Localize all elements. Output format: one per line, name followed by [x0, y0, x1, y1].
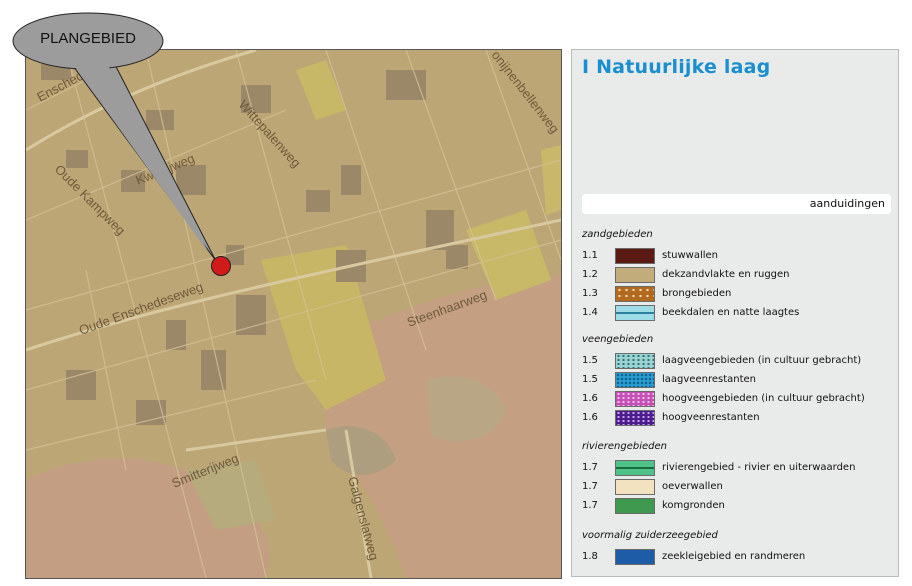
legend-row-number: 1.7 [582, 481, 598, 492]
legend-row-label: laagveenrestanten [662, 374, 756, 385]
legend-row-number: 1.6 [582, 393, 598, 404]
legend-panel: I Natuurlijke laag aanduidingen zandgebi… [571, 49, 899, 577]
legend-swatch [615, 353, 655, 369]
legend-row-label: laagveengebieden (in cultuur gebracht) [662, 355, 862, 366]
legend-swatch [615, 372, 655, 388]
legend-swatch [615, 410, 655, 426]
legend-row-label: rivierengebied - rivier en uiterwaarden [662, 462, 856, 473]
legend-row-number: 1.5 [582, 374, 598, 385]
legend-row: 1.5 laagveenrestanten [582, 372, 882, 388]
legend-row-number: 1.1 [582, 250, 598, 261]
legend-header-label: aanduidingen [809, 197, 885, 210]
callout-label: PLANGEBIED [40, 30, 136, 47]
legend-row-number: 1.5 [582, 355, 598, 366]
legend-row-number: 1.7 [582, 462, 598, 473]
legend-row: 1.2 dekzandvlakte en ruggen [582, 267, 882, 283]
map-view[interactable]: Enschedeseweg Kwierijweg Wittepalenweg O… [25, 49, 562, 579]
legend-title: I Natuurlijke laag [582, 56, 771, 78]
legend-row: 1.3 brongebieden [582, 286, 882, 302]
legend-row: 1.8 zeekleigebied en randmeren [582, 549, 882, 565]
legend-row-number: 1.2 [582, 269, 598, 280]
legend-row-label: stuwwallen [662, 250, 719, 261]
legend-row-label: zeekleigebied en randmeren [662, 551, 806, 562]
legend-row-label: hoogveenrestanten [662, 412, 760, 423]
legend-row: 1.7 rivierengebied - rivier en uiterwaar… [582, 460, 882, 476]
legend-row-number: 1.8 [582, 551, 598, 562]
legend-group-title: voormalig zuiderzeegebied [582, 530, 718, 541]
legend-swatch [615, 391, 655, 407]
legend-row-number: 1.3 [582, 288, 598, 299]
legend-row-label: beekdalen en natte laagtes [662, 307, 800, 318]
legend-group-title: rivierengebieden [582, 441, 667, 452]
legend-swatch [615, 267, 655, 283]
legend-swatch [615, 479, 655, 495]
legend-group-title: zandgebieden [582, 229, 653, 240]
legend-row-number: 1.4 [582, 307, 598, 318]
legend-row-label: komgronden [662, 500, 725, 511]
legend-swatch [615, 286, 655, 302]
legend-row-label: dekzandvlakte en ruggen [662, 269, 790, 280]
legend-swatch [615, 248, 655, 264]
legend-swatch [615, 305, 655, 321]
legend-header: aanduidingen [582, 194, 891, 214]
legend-swatch [615, 498, 655, 514]
legend-row-number: 1.7 [582, 500, 598, 511]
legend-row-label: oeverwallen [662, 481, 723, 492]
legend-row: 1.6 hoogveenrestanten [582, 410, 882, 426]
legend-row: 1.1 stuwwallen [582, 248, 882, 264]
legend-group-title: veengebieden [582, 334, 654, 345]
legend-row: 1.7 komgronden [582, 498, 882, 514]
legend-row: 1.7 oeverwallen [582, 479, 882, 495]
legend-row: 1.5 laagveengebieden (in cultuur gebrach… [582, 353, 882, 369]
legend-row-label: hoogveengebieden (in cultuur gebracht) [662, 393, 865, 404]
map-canvas[interactable]: Enschedeseweg Kwierijweg Wittepalenweg O… [26, 50, 561, 578]
legend-row-label: brongebieden [662, 288, 732, 299]
legend-row: 1.6 hoogveengebieden (in cultuur gebrach… [582, 391, 882, 407]
legend-swatch [615, 460, 655, 476]
legend-swatch [615, 549, 655, 565]
legend-row: 1.4 beekdalen en natte laagtes [582, 305, 882, 321]
legend-row-number: 1.6 [582, 412, 598, 423]
